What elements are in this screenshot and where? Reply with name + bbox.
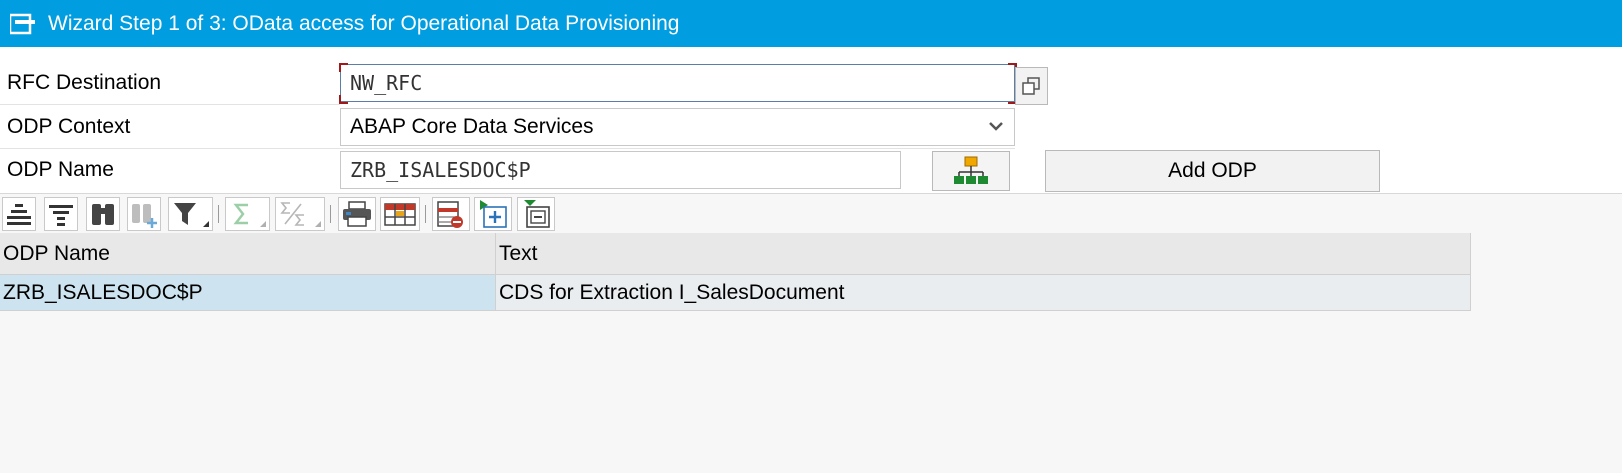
find-next-button[interactable] <box>127 197 161 231</box>
insert-row-button[interactable] <box>474 197 512 231</box>
delete-row-icon <box>437 201 463 228</box>
row-divider <box>0 104 340 105</box>
focus-corner <box>339 63 348 72</box>
filter-rows-button[interactable] <box>44 197 78 231</box>
layout-icon <box>384 203 416 226</box>
column-header-text[interactable]: Text <box>496 233 1471 274</box>
layout-button[interactable] <box>380 197 420 231</box>
chevron-down-icon <box>989 122 1003 131</box>
menu-icon[interactable] <box>8 13 40 35</box>
column-header-odp-name[interactable]: ODP Name <box>0 233 496 274</box>
focus-corner <box>339 95 348 104</box>
dropdown-indicator <box>203 221 209 227</box>
alv-toolbar <box>0 197 1622 231</box>
add-odp-button[interactable]: Add ODP <box>1045 150 1380 192</box>
odp-context-select[interactable]: ABAP Core Data Services <box>340 108 1015 146</box>
toolbar-separator <box>218 205 219 223</box>
align-center-button[interactable] <box>2 197 36 231</box>
window-title: Wizard Step 1 of 3: OData access for Ope… <box>48 11 680 35</box>
toolbar-separator <box>330 205 331 223</box>
delete-row-button[interactable] <box>432 197 470 231</box>
subtotal-button[interactable] <box>275 197 325 231</box>
hierarchy-button[interactable] <box>932 151 1010 191</box>
find-next-icon <box>132 204 157 228</box>
toolbar-separator <box>425 205 426 223</box>
odp-name-input[interactable]: ZRB_ISALESDOC$P <box>340 151 901 189</box>
grid-header-row: ODP Name Text <box>0 233 1471 275</box>
cell-text[interactable]: CDS for Extraction I_SalesDocument <box>496 275 1471 310</box>
dropdown-indicator <box>260 221 266 227</box>
cell-odp-name[interactable]: ZRB_ISALESDOC$P <box>0 275 496 310</box>
collapse-row-icon <box>524 200 550 228</box>
table-row[interactable]: ZRB_ISALESDOC$P CDS for Extraction I_Sal… <box>0 275 1471 311</box>
filter-rows-icon <box>49 205 73 226</box>
align-center-icon <box>7 204 31 225</box>
insert-row-icon <box>480 200 507 228</box>
print-button[interactable] <box>338 197 376 231</box>
find-button[interactable] <box>86 197 120 231</box>
odp-context-value: ABAP Core Data Services <box>350 115 594 138</box>
sum-button[interactable] <box>225 197 270 231</box>
hierarchy-icon <box>954 156 988 184</box>
print-icon <box>343 201 371 227</box>
rfc-destination-label: RFC Destination <box>7 71 162 94</box>
title-bar: Wizard Step 1 of 3: OData access for Ope… <box>0 0 1622 47</box>
value-help-button[interactable] <box>1015 67 1048 105</box>
binoculars-find-icon <box>92 204 114 225</box>
value-help-icon <box>1022 77 1040 95</box>
rfc-destination-input[interactable]: NW_RFC <box>340 64 1015 102</box>
odp-context-label: ODP Context <box>7 115 131 138</box>
dropdown-indicator <box>315 221 321 227</box>
filter-button[interactable] <box>168 197 213 231</box>
collapse-row-button[interactable] <box>517 197 555 231</box>
odp-name-label: ODP Name <box>7 158 114 181</box>
